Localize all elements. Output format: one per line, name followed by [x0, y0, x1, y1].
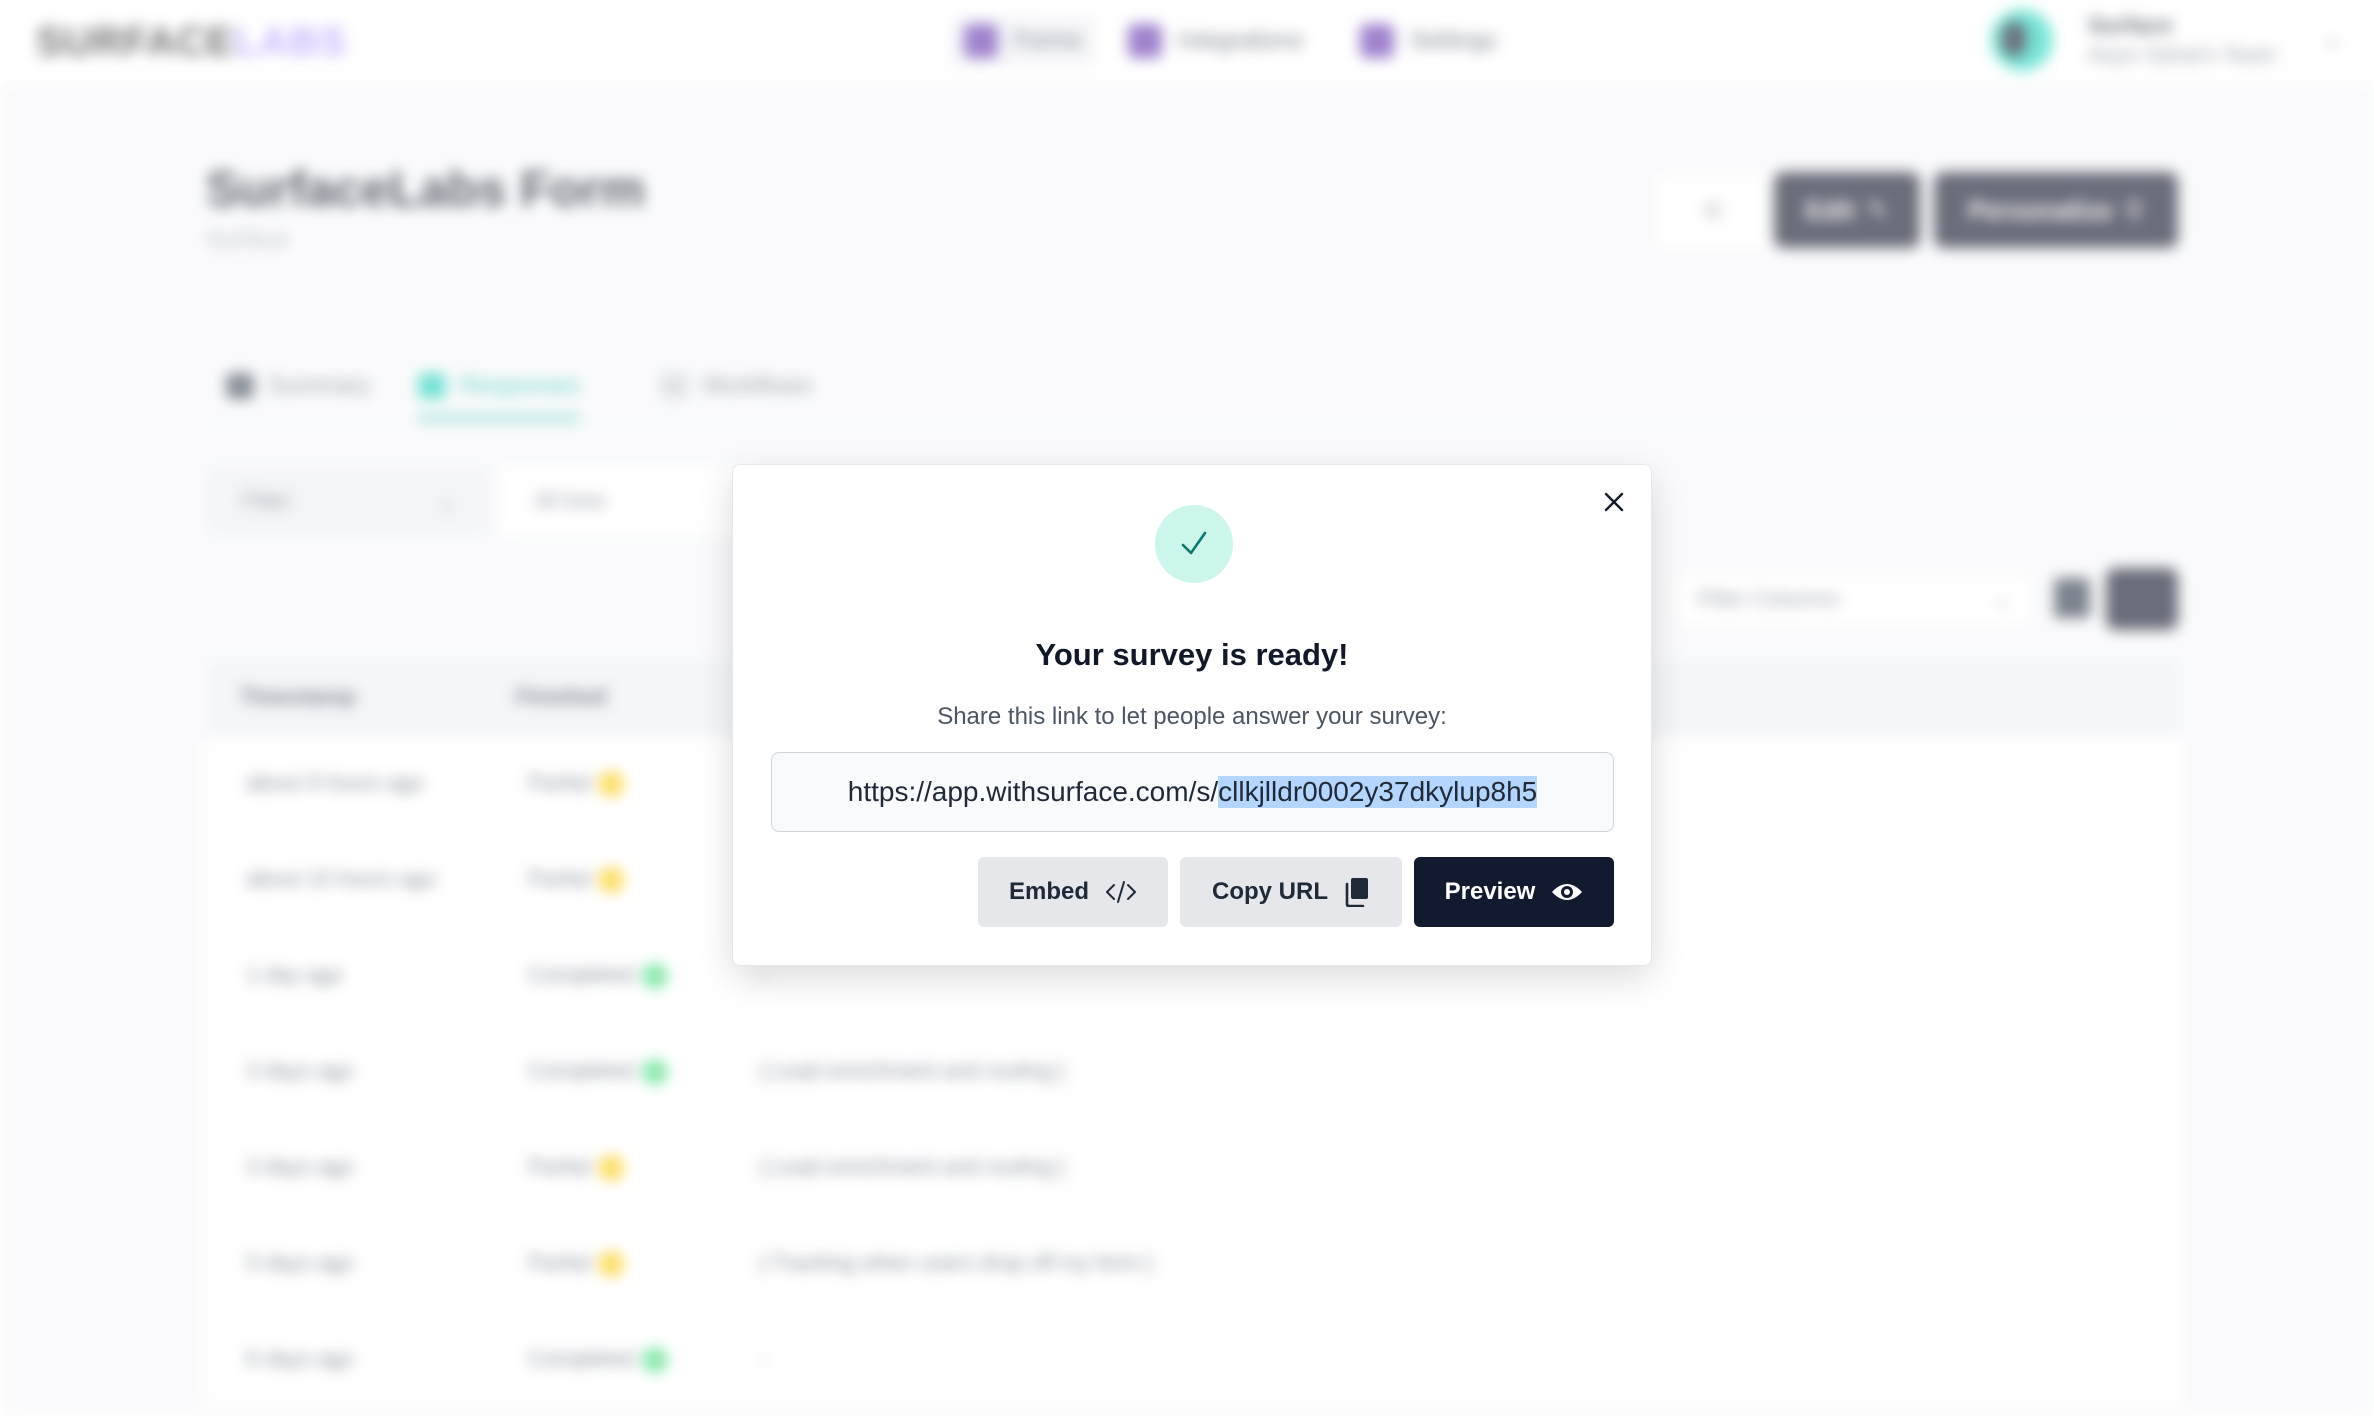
code-icon: [1105, 879, 1137, 905]
modal-subtitle: Share this link to let people answer you…: [937, 703, 1447, 730]
close-button[interactable]: [1597, 485, 1631, 519]
copy-url-button[interactable]: Copy URL: [1180, 857, 1402, 927]
check-icon: [1181, 531, 1207, 555]
embed-label: Embed: [1008, 878, 1089, 905]
eye-icon: [1551, 880, 1583, 904]
url-id-selected: cllkjlldr0002y37dkylup8h5: [1218, 776, 1538, 808]
copy-icon: [1344, 877, 1370, 907]
survey-url-field[interactable]: https://app.withsurface.com/s/cllkjlldr0…: [771, 752, 1614, 832]
copy-url-label: Copy URL: [1212, 878, 1328, 905]
preview-label: Preview: [1444, 878, 1536, 905]
success-badge: [1155, 505, 1233, 583]
share-survey-modal: Your survey is ready! Share this link to…: [732, 464, 1652, 966]
embed-button[interactable]: Embed: [978, 857, 1168, 927]
url-prefix: https://app.withsurface.com/s/: [847, 776, 1219, 807]
modal-title: Your survey is ready!: [1035, 637, 1349, 672]
close-icon: [1604, 492, 1624, 512]
preview-button[interactable]: Preview: [1414, 857, 1614, 927]
